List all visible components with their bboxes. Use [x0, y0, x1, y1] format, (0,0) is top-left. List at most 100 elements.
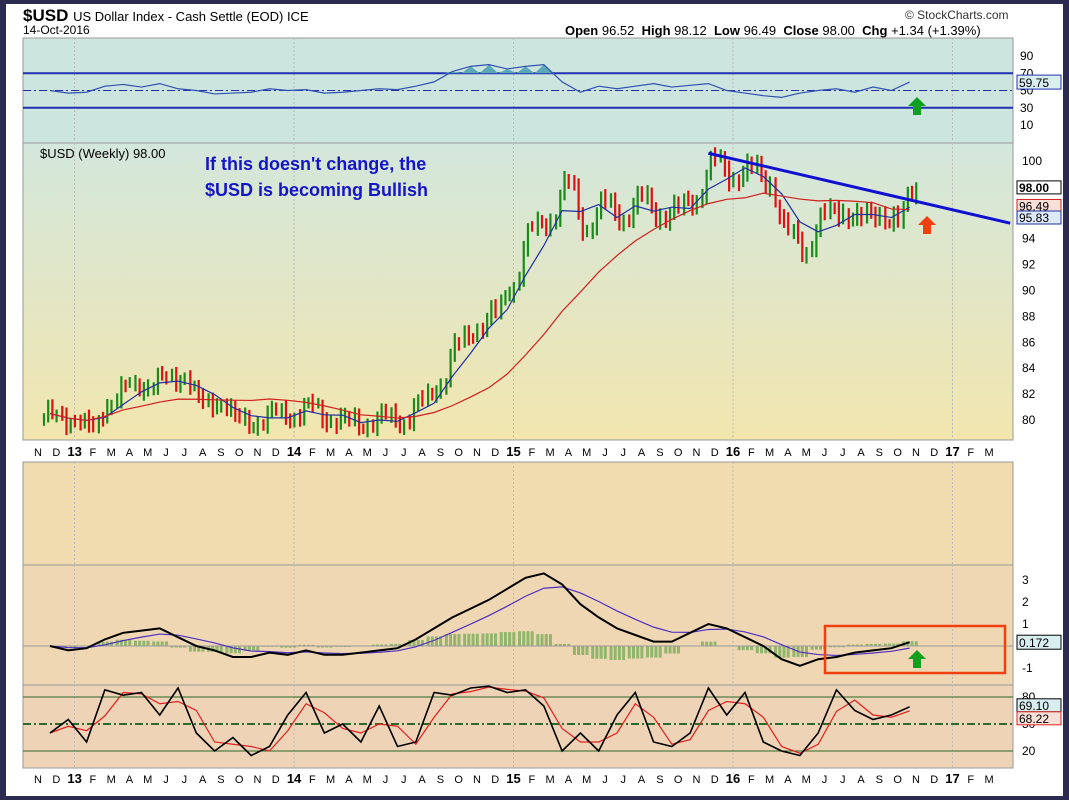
price-panel [22, 142, 1014, 441]
x-axis-label: S [437, 447, 444, 459]
x-axis-label: F [967, 774, 974, 786]
price-value-label: 95.83 [1019, 211, 1049, 225]
stoch-d-label: 68.22 [1019, 712, 1049, 726]
x-axis-label: F [528, 774, 535, 786]
x-axis-label: O [893, 774, 902, 786]
price-axis-label: 92 [1022, 258, 1036, 272]
x-axis-label: J [822, 447, 828, 459]
x-axis-label: A [345, 774, 353, 786]
x-axis-label: M [765, 447, 774, 459]
x-axis-label: S [437, 774, 444, 786]
x-axis-label: A [565, 774, 573, 786]
stoch-axis-label: 20 [1022, 744, 1036, 758]
x-axis-label: N [34, 774, 42, 786]
x-axis-label: A [857, 774, 865, 786]
x-axis-label: A [199, 774, 207, 786]
x-axis-label: J [182, 774, 188, 786]
x-axis-label: 13 [67, 444, 81, 459]
x-axis-label: F [528, 447, 535, 459]
price-axis-label: 84 [1022, 361, 1036, 375]
macd-axis-label: 1 [1022, 617, 1029, 631]
x-axis-label: M [107, 774, 116, 786]
x-axis-label: O [235, 447, 244, 459]
x-axis-label: N [692, 774, 700, 786]
price-axis-label: 88 [1022, 309, 1036, 323]
price-value-label: 98.00 [1019, 181, 1049, 195]
x-axis-label: M [765, 774, 774, 786]
x-axis-label: N [473, 774, 481, 786]
x-axis-label: D [52, 447, 60, 459]
x-axis-label: A [199, 447, 207, 459]
x-axis-label: F [309, 774, 316, 786]
x-axis-label: 14 [287, 444, 302, 459]
macd-axis-label: 2 [1022, 595, 1029, 609]
price-axis-label: 90 [1022, 284, 1036, 298]
x-axis-label: O [893, 447, 902, 459]
x-axis-label: J [840, 447, 846, 459]
x-axis-label: M [143, 774, 152, 786]
x-axis-label: M [984, 447, 993, 459]
x-axis-label: M [546, 447, 555, 459]
x-axis-label: J [840, 774, 846, 786]
x-axis-label: 16 [726, 444, 740, 459]
x-axis-label: J [401, 774, 407, 786]
x-axis-label: 15 [506, 444, 520, 459]
macd-axis-label: -1 [1022, 661, 1033, 675]
x-axis-label: O [454, 774, 463, 786]
x-axis-label: 17 [945, 444, 959, 459]
x-axis-label: J [621, 447, 627, 459]
x-axis-label: 15 [506, 771, 520, 786]
x-axis-label: S [217, 774, 224, 786]
x-axis-label: O [235, 774, 244, 786]
x-axis-label: M [107, 447, 116, 459]
x-axis-label: J [602, 774, 608, 786]
x-axis-label: F [748, 774, 755, 786]
x-axis-label: S [656, 774, 663, 786]
annotation-line-1: If this doesn't change, the [205, 154, 426, 174]
x-axis-label: F [90, 774, 97, 786]
stoch-k-label: 69.10 [1019, 699, 1049, 713]
x-axis-label: S [656, 447, 663, 459]
x-axis-label: J [383, 447, 389, 459]
x-axis-label: J [602, 447, 608, 459]
rsi-value-label: 59.75 [1019, 76, 1049, 90]
x-axis-label: D [930, 447, 938, 459]
x-axis-label: A [784, 447, 792, 459]
x-axis-label: F [967, 447, 974, 459]
price-axis-label: 94 [1022, 232, 1036, 246]
x-axis-label: N [692, 447, 700, 459]
x-axis-label: J [621, 774, 627, 786]
x-axis-label: N [912, 447, 920, 459]
x-axis-label: M [802, 774, 811, 786]
macd-value-label: 0.172 [1019, 636, 1049, 650]
x-axis-label: M [802, 447, 811, 459]
x-axis-label: D [272, 447, 280, 459]
x-axis-label: M [326, 447, 335, 459]
x-axis-label: J [182, 447, 188, 459]
x-axis-label: M [363, 774, 372, 786]
x-axis-label: N [473, 447, 481, 459]
x-axis-label: A [638, 447, 646, 459]
x-axis-label: 13 [67, 771, 81, 786]
x-axis-label: J [163, 447, 169, 459]
x-axis-label: N [912, 774, 920, 786]
x-axis-label: M [984, 774, 993, 786]
macd-axis-label: 3 [1022, 573, 1029, 587]
x-axis-label: O [674, 447, 683, 459]
x-axis-label: S [876, 774, 883, 786]
rsi-axis-label: 10 [1020, 118, 1034, 132]
x-axis-label: D [491, 447, 499, 459]
x-axis-label: 17 [945, 771, 959, 786]
x-axis-label: F [90, 447, 97, 459]
x-axis-label: D [711, 447, 719, 459]
x-axis-label: J [822, 774, 828, 786]
x-axis-label: D [52, 774, 60, 786]
x-axis-label: A [418, 774, 426, 786]
x-axis-label: J [401, 447, 407, 459]
x-axis-label: M [546, 774, 555, 786]
x-axis-label: O [454, 447, 463, 459]
x-axis-label: M [143, 447, 152, 459]
x-axis-label: 16 [726, 771, 740, 786]
x-axis-label: A [126, 447, 134, 459]
x-axis-label: O [674, 774, 683, 786]
